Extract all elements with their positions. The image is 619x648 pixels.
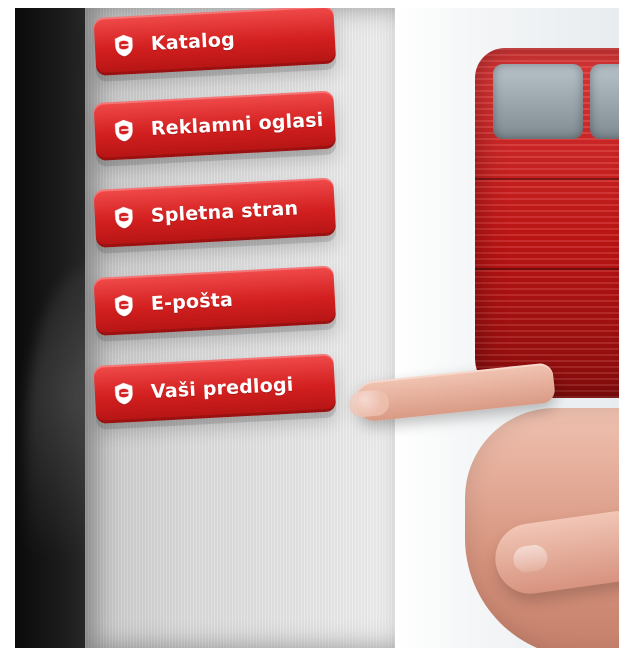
- photo-frame: Katalog Reklamni oglasi Spletna stran E-…: [15, 8, 619, 648]
- car-window-rear: [590, 64, 619, 139]
- menu-item-katalog[interactable]: Katalog: [93, 8, 337, 76]
- menu-item-label: E-pošta: [150, 288, 234, 316]
- menu-item-e-posta[interactable]: E-pošta: [93, 265, 337, 336]
- car-door-line: [475, 178, 619, 180]
- menu-item-vasi-predlogi[interactable]: Vaši predlogi: [93, 353, 337, 424]
- menu-item-label: Vaši predlogi: [150, 373, 294, 404]
- brand-shield-icon: [110, 292, 137, 319]
- car-image: [475, 48, 619, 398]
- menu-item-label: Reklamni oglasi: [150, 109, 325, 141]
- car-window-front: [493, 64, 583, 139]
- brand-shield-icon: [110, 117, 137, 144]
- brand-shield-icon: [110, 204, 137, 231]
- touch-menu: Katalog Reklamni oglasi Spletna stran E-…: [93, 8, 365, 648]
- menu-item-spletna-stran[interactable]: Spletna stran: [93, 177, 337, 248]
- brand-shield-icon: [110, 32, 137, 59]
- menu-item-reklamni-oglasi[interactable]: Reklamni oglasi: [93, 90, 337, 161]
- menu-item-label: Spletna stran: [150, 197, 299, 228]
- menu-item-label: Katalog: [150, 28, 236, 56]
- car-body-line: [475, 268, 619, 270]
- brand-shield-icon: [110, 380, 137, 407]
